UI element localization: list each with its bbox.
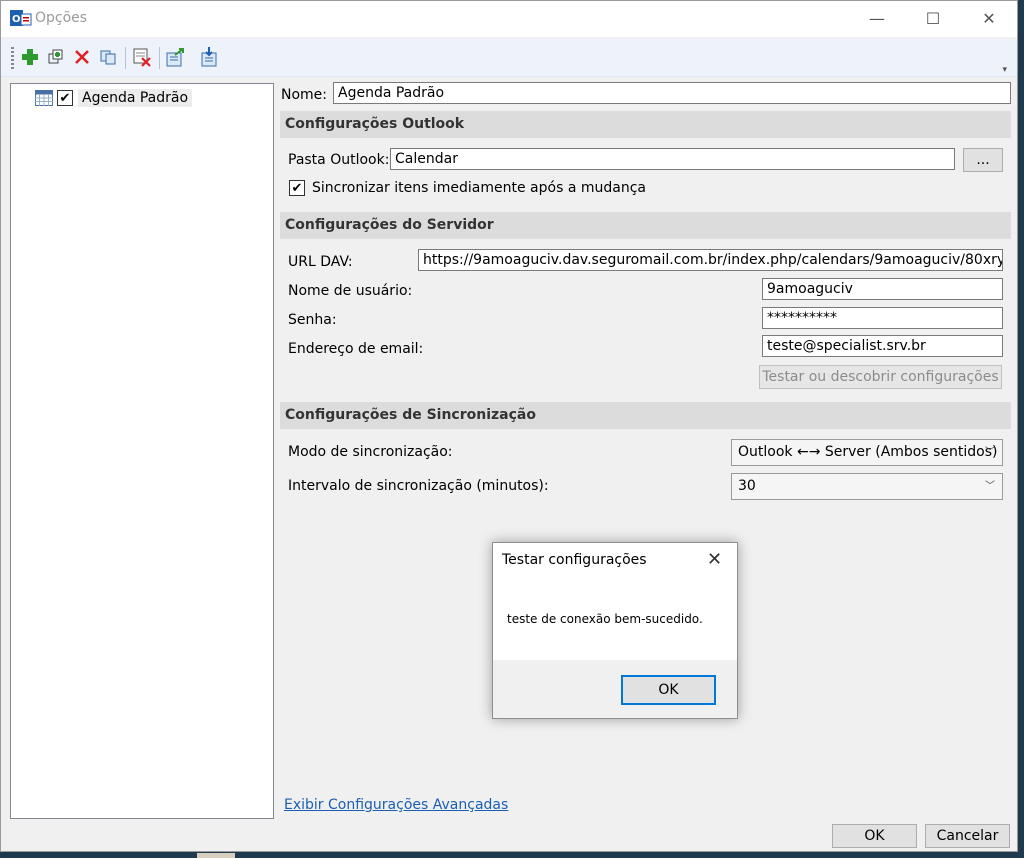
email-input[interactable]: teste@specialist.srv.br xyxy=(762,335,1003,357)
dialog-close-icon[interactable]: ✕ xyxy=(707,549,722,570)
copy-profile-button[interactable] xyxy=(97,46,119,68)
email-label: Endereço de email: xyxy=(288,341,424,357)
cancel-button[interactable]: Cancelar xyxy=(925,824,1010,848)
password-label: Senha: xyxy=(288,312,337,328)
sync-interval-label: Intervalo de sincronização (minutos): xyxy=(288,478,549,494)
minimize-button[interactable]: — xyxy=(848,1,906,35)
browse-folder-button[interactable]: ... xyxy=(963,148,1003,172)
add-multiple-icon xyxy=(48,49,63,64)
sync-settings-header: Configurações de Sincronização xyxy=(280,402,1011,429)
clear-cache-icon xyxy=(133,48,151,67)
check-icon: ✔ xyxy=(59,90,71,106)
url-dav-input[interactable]: https://9amoaguciv.dav.seguromail.com.br… xyxy=(418,249,1003,271)
outlook-settings-header: Configurações Outlook xyxy=(280,111,1011,138)
options-window: O Opções — ☐ ✕ ▾ ✔ Agenda Padrão Nome: A… xyxy=(0,0,1018,852)
password-input[interactable]: ********** xyxy=(762,307,1003,329)
dialog-message: teste de conexão bem-sucedido. xyxy=(507,612,703,626)
add-icon xyxy=(22,49,38,65)
sync-mode-select[interactable]: Outlook ←→ Server (Ambos sentidos) ﹀ xyxy=(731,439,1003,466)
test-settings-dialog: Testar configurações ✕ teste de conexão … xyxy=(492,542,738,719)
clear-cache-button[interactable] xyxy=(131,46,153,68)
name-label: Nome: xyxy=(281,87,328,103)
minimize-icon: — xyxy=(869,8,885,28)
server-settings-header: Configurações do Servidor xyxy=(280,212,1011,239)
sync-mode-label: Modo de sincronização: xyxy=(288,444,453,460)
import-icon xyxy=(201,47,217,67)
copy-icon xyxy=(100,50,116,65)
username-input[interactable]: 9amoaguciv xyxy=(762,278,1003,300)
maximize-button[interactable]: ☐ xyxy=(904,1,962,35)
dialog-ok-button[interactable]: OK xyxy=(621,675,716,705)
add-multiple-profiles-button[interactable] xyxy=(45,46,67,68)
import-options-button[interactable] xyxy=(199,46,221,68)
chevron-down-icon: ﹀ xyxy=(985,447,995,458)
ok-button[interactable]: OK xyxy=(832,824,917,848)
sync-interval-value: 30 xyxy=(738,478,756,494)
check-icon: ✔ xyxy=(291,180,303,196)
name-input[interactable]: Agenda Padrão xyxy=(333,82,1011,104)
calendar-icon xyxy=(35,90,53,106)
close-icon: ✕ xyxy=(982,8,996,28)
taskbar-peek xyxy=(197,853,235,858)
chevron-down-icon: ﹀ xyxy=(985,481,995,492)
toolbar-grip[interactable] xyxy=(11,47,14,69)
profile-tree[interactable]: ✔ Agenda Padrão xyxy=(10,83,274,819)
url-dav-label: URL DAV: xyxy=(288,254,353,270)
username-label: Nome de usuário: xyxy=(288,283,413,299)
tree-item-label: Agenda Padrão xyxy=(78,89,193,107)
sync-interval-select[interactable]: 30 ﹀ xyxy=(731,473,1003,500)
outlook-app-icon: O xyxy=(10,10,32,26)
toolbar: ▾ xyxy=(1,39,1017,77)
delete-profile-button[interactable] xyxy=(71,46,93,68)
delete-icon xyxy=(75,50,89,64)
dialog-title: Testar configurações xyxy=(502,552,647,568)
export-options-button[interactable] xyxy=(165,46,187,68)
sync-mode-value: Outlook ←→ Server (Ambos sentidos) xyxy=(738,444,998,460)
outlook-folder-input[interactable]: Calendar xyxy=(390,148,955,170)
close-window-button[interactable]: ✕ xyxy=(960,1,1018,35)
window-title: Opções xyxy=(35,10,88,26)
maximize-icon: ☐ xyxy=(925,8,941,28)
advanced-settings-link[interactable]: Exibir Configurações Avançadas xyxy=(284,797,508,813)
sync-immediately-label: Sincronizar itens imediamente após a mud… xyxy=(312,180,646,196)
outlook-folder-label: Pasta Outlook: xyxy=(288,152,390,168)
title-bar: O Opções — ☐ ✕ xyxy=(1,1,1017,37)
toolbar-overflow-icon[interactable]: ▾ xyxy=(1002,65,1007,75)
tree-item-agenda-padrao[interactable]: ✔ Agenda Padrão xyxy=(35,88,193,108)
export-icon xyxy=(166,48,184,67)
svg-text:O: O xyxy=(12,14,21,25)
tree-item-checkbox[interactable]: ✔ xyxy=(57,90,73,106)
test-settings-button[interactable]: Testar ou descobrir configurações xyxy=(759,365,1002,389)
sync-immediately-checkbox[interactable]: ✔ xyxy=(289,180,305,196)
add-profile-button[interactable] xyxy=(19,46,41,68)
